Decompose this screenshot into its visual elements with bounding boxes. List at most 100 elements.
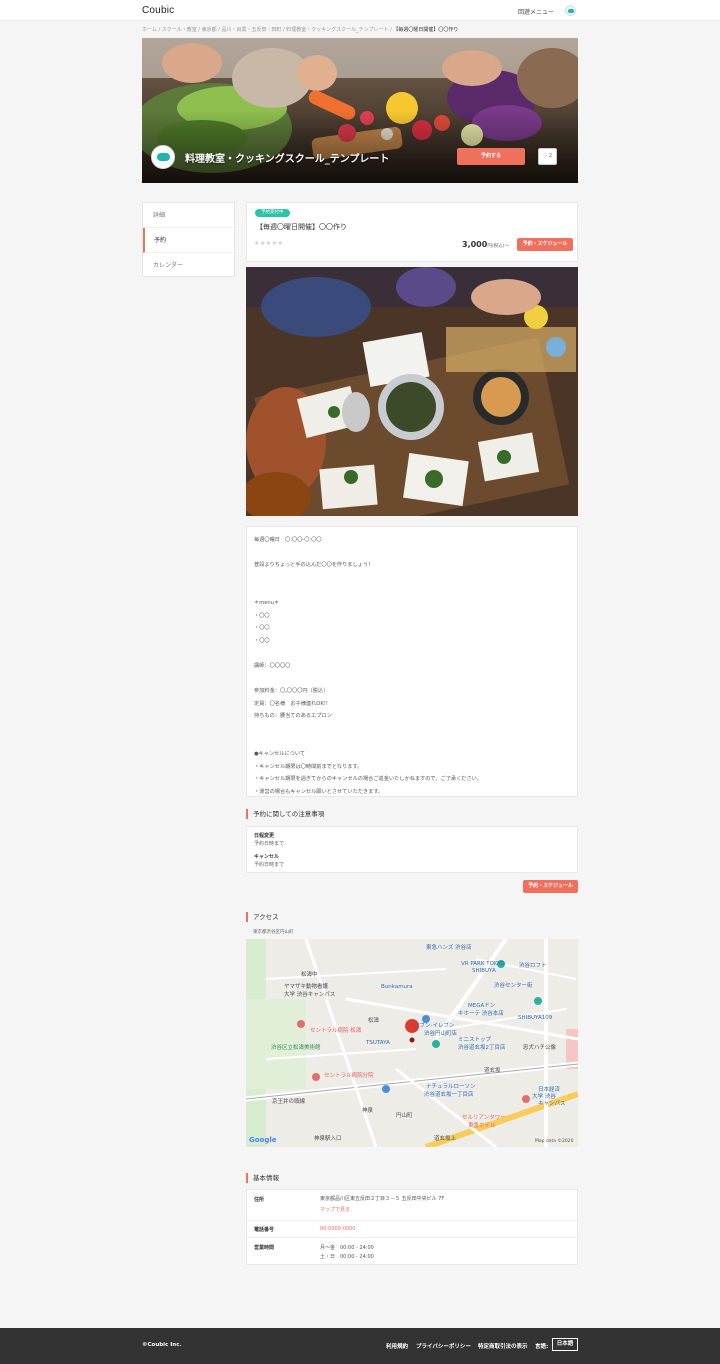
top-header: Coubic 回遊メニュー <box>0 0 720 21</box>
favorite-button[interactable]: ♡ 2 <box>538 148 557 165</box>
info-row-address: 住所 東京都品川区東五反田２丁目３－５ 五反田中央ビル 7F マップで見る <box>247 1190 579 1221</box>
basic-info-card: 住所 東京都品川区東五反田２丁目３－５ 五反田中央ビル 7F マップで見る 電話… <box>246 1189 579 1266</box>
map-label: セルリアンタワー <box>462 1115 506 1121</box>
map-label: キホーテ 渋谷本店 <box>458 1011 504 1017</box>
desc-line <box>254 723 570 736</box>
map-label: 渋谷道玄坂一丁目店 <box>424 1092 474 1098</box>
sidebar-item-details[interactable]: 詳細 <box>143 203 234 228</box>
shop-title: 料理教室・クッキングスクール_テンプレート <box>185 154 390 165</box>
info-value: 東京都品川区東五反田２丁目３－５ 五反田中央ビル 7F <box>320 1196 445 1202</box>
map-label: キャンパス <box>538 1101 566 1107</box>
breadcrumb-path[interactable]: ホーム / スクール・教室 / 東京都 / 品川・目黒・五反田・田町 / 料理教… <box>142 27 392 33</box>
map-label: 渋谷道玄坂2丁目店 <box>458 1045 506 1051</box>
breadcrumb-current: 【毎週〇曜日開催】〇〇作り <box>393 27 459 33</box>
plan-photo <box>246 267 578 516</box>
schedule-button-bottom[interactable]: 予約・スケジュール <box>523 880 578 893</box>
map-label: VR PARK TOKYO <box>461 961 505 967</box>
breadcrumb: ホーム / スクール・教室 / 東京都 / 品川・目黒・五反田・田町 / 料理教… <box>142 26 578 33</box>
access-map[interactable]: 東急ハンズ 渋谷店 松濤中 VR PARK TOKYO SHIBUYA 渋谷ロフ… <box>246 939 578 1147</box>
notes-card: 日程変更 予約日時まで キャンセル 予約日時まで <box>246 826 578 873</box>
footer-link-privacy[interactable]: プライバシーポリシー <box>416 1342 471 1350</box>
map-attribution: Map data ©2020 <box>535 1139 574 1144</box>
map-label: 渋谷ロフト <box>519 963 547 969</box>
map-label: SHIBUYA <box>472 968 496 974</box>
map-label: 大学 渋谷キャンパス <box>284 992 336 998</box>
desc-line <box>254 584 570 597</box>
menu-link[interactable]: 回遊メニュー <box>518 7 554 16</box>
info-key: 営業時間 <box>254 1245 275 1251</box>
footer-link-commerce[interactable]: 特定商取引法の表示 <box>478 1342 528 1350</box>
plan-card: 予約受付中 【毎週〇曜日開催】〇〇作り ★★★★★ 3,000円(税込)〜 予約… <box>246 202 578 262</box>
map-label: 神泉駅入口 <box>314 1136 342 1142</box>
notes-key: キャンセル <box>254 854 280 860</box>
plan-price: 3,000円(税込)〜 <box>462 240 509 249</box>
map-label: 東急ホテル <box>468 1123 496 1129</box>
google-logo: Google <box>249 1136 277 1144</box>
desc-line: ・〇〇 <box>254 625 270 632</box>
copyright: ©Coubic Inc. <box>142 1342 182 1348</box>
account-avatar-icon[interactable] <box>565 5 576 16</box>
map-label: 東急ハンズ 渋谷店 <box>426 945 472 951</box>
map-label: セントラル病院 松濤 <box>310 1028 362 1034</box>
footer-link-terms[interactable]: 利用規約 <box>386 1342 408 1350</box>
info-row-phone: 電話番号 00-0000-0000 <box>247 1221 579 1238</box>
map-label: ミニストップ <box>458 1037 492 1043</box>
desc-line <box>254 547 570 560</box>
desc-line: 普段よりちょっと手の込んだ〇〇を作りましょう！ <box>254 562 374 569</box>
desc-line: ・キャンセル期限は〇時間前までとなります。 <box>254 763 363 770</box>
desc-line: 定員：〇名様 お子様連れOK!! <box>254 700 328 707</box>
desc-line: ・〇〇 <box>254 612 270 619</box>
schedule-button[interactable]: 予約・スケジュール <box>517 238 573 251</box>
desc-line: 毎週〇曜日 〇:〇〇-〇:〇〇 <box>254 537 322 543</box>
desc-line: 講師：〇〇〇〇 <box>254 662 291 669</box>
shop-logo-icon <box>151 145 175 169</box>
map-label: 渋谷センター街 <box>494 983 533 989</box>
map-label: 道玄坂 <box>484 1068 501 1074</box>
cooking-class-photo <box>246 267 578 516</box>
info-key: 電話番号 <box>254 1227 275 1233</box>
price-unit: 円(税込)〜 <box>487 244 509 249</box>
desc-line <box>254 647 570 660</box>
hero-banner: 料理教室・クッキングスクール_テンプレート 予約する ♡ 2 <box>142 38 578 183</box>
access-address: 東京都渋谷区円山町 <box>253 930 294 935</box>
desc-line: 持ちもの：腰当てのあるエプロン <box>254 713 332 720</box>
info-value: 土・日 00:00 - 24:00 <box>320 1254 374 1260</box>
info-row-hours: 営業時間 月～金 00:00 - 24:00 土・日 00:00 - 24:00 <box>247 1238 579 1266</box>
map-label: 渋谷区立松濤美術館 <box>271 1045 321 1051</box>
map-label: 円山町 <box>396 1113 413 1119</box>
map-label: 忠犬ハチ公像 <box>523 1045 557 1051</box>
map-label: SHIBUYA109 <box>518 1015 553 1021</box>
map-label: MEGAドン <box>468 1003 496 1009</box>
desc-line <box>254 736 570 749</box>
desc-line: ＊menu＊ <box>254 599 280 606</box>
info-value: 月～金 00:00 - 24:00 <box>320 1245 374 1251</box>
notes-value: 予約日時まで <box>254 862 285 868</box>
language-select[interactable]: 日本語 <box>552 1338 578 1351</box>
coubic-logo[interactable]: Coubic <box>142 5 174 16</box>
sidebar-item-reserve[interactable]: 予約 <box>143 228 234 253</box>
map-link[interactable]: マップで見る <box>320 1206 350 1213</box>
access-heading: アクセス <box>246 912 279 922</box>
desc-line: ・運営の場合もキャンセル願いとさせていただきます。 <box>254 788 384 795</box>
status-badge: 予約受付中 <box>255 209 290 217</box>
notes-value: 予約日時まで <box>254 841 285 847</box>
plan-title: 【毎週〇曜日開催】〇〇作り <box>256 223 347 231</box>
basic-info-heading: 基本情報 <box>246 1173 279 1183</box>
phone-link[interactable]: 00-0000-0000 <box>320 1226 355 1232</box>
map-label: 道玄坂上 <box>434 1136 457 1142</box>
map-label: ヤマザキ動物看護 <box>284 984 329 990</box>
rating-stars: ★★★★★ <box>254 240 284 247</box>
map-label: Bunkamura <box>381 984 413 990</box>
map-label: 松濤 <box>368 1018 380 1024</box>
map-label: 神泉 <box>362 1108 374 1114</box>
map-label: セブン-イレブン <box>414 1023 455 1029</box>
desc-line <box>254 673 570 686</box>
reserve-button[interactable]: 予約する <box>457 148 525 165</box>
sidebar-item-calendar[interactable]: カレンダー <box>143 253 234 278</box>
desc-line: ・〇〇 <box>254 637 270 644</box>
desc-line: ●キャンセルについて <box>254 751 306 758</box>
desc-line <box>254 572 570 585</box>
map-label: TSUTAYA <box>366 1040 390 1046</box>
price-value: 3,000 <box>462 240 488 249</box>
map-label: 京王井の頭線 <box>272 1099 306 1105</box>
